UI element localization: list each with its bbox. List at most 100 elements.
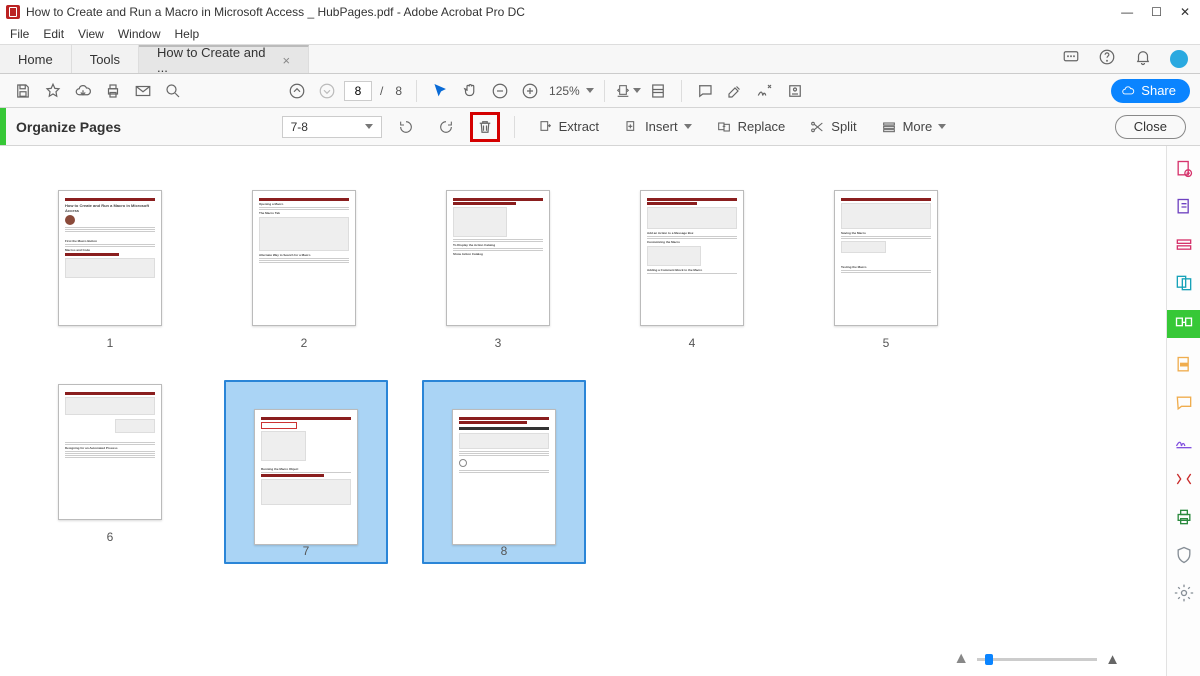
protect-icon[interactable] bbox=[1173, 544, 1195, 566]
chevron-down-icon bbox=[684, 124, 692, 129]
chevron-down-icon bbox=[938, 124, 946, 129]
xml-icon[interactable] bbox=[1173, 468, 1195, 490]
menu-window[interactable]: Window bbox=[118, 27, 161, 41]
redact-icon[interactable] bbox=[1173, 354, 1195, 376]
tab-document-label: How to Create and ... bbox=[157, 45, 272, 75]
page-total: 8 bbox=[395, 84, 402, 98]
zoom-large-icon: ▲ bbox=[1105, 651, 1120, 668]
tab-document[interactable]: How to Create and ... × bbox=[139, 45, 309, 73]
comment-icon[interactable] bbox=[692, 78, 718, 104]
fill-sign-icon[interactable] bbox=[1173, 430, 1195, 452]
cloud-icon[interactable] bbox=[70, 78, 96, 104]
mail-icon[interactable] bbox=[130, 78, 156, 104]
bell-icon[interactable] bbox=[1134, 48, 1152, 71]
separator bbox=[681, 80, 682, 102]
search-icon[interactable] bbox=[160, 78, 186, 104]
avatar[interactable] bbox=[1170, 50, 1188, 68]
combine-icon[interactable] bbox=[1173, 272, 1195, 294]
page-thumbnail[interactable]: Running the Macro Object 7 bbox=[224, 380, 388, 558]
page-thumbnail[interactable]: Add an Action to a Message Box Customizi… bbox=[612, 186, 772, 350]
page-range-select[interactable]: 7-8 bbox=[282, 116, 382, 138]
organize-pages-icon[interactable] bbox=[1167, 310, 1200, 338]
window-minimize-icon[interactable]: — bbox=[1121, 5, 1133, 19]
trash-icon bbox=[476, 118, 494, 136]
zoom-value: 125% bbox=[549, 84, 580, 98]
page-thumbnail[interactable]: Opening a Macro The Macro Tab Alternate … bbox=[224, 186, 384, 350]
star-icon[interactable] bbox=[40, 78, 66, 104]
create-pdf-icon[interactable] bbox=[1173, 158, 1195, 180]
chevron-down-icon bbox=[365, 124, 373, 129]
insert-button[interactable]: Insert bbox=[615, 113, 700, 141]
extract-button[interactable]: Extract bbox=[529, 113, 607, 141]
replace-button[interactable]: Replace bbox=[708, 113, 794, 141]
thumbnail-zoom-slider[interactable]: ▲ ▲ bbox=[953, 650, 1120, 668]
menu-view[interactable]: View bbox=[78, 27, 104, 41]
fit-width-icon[interactable] bbox=[615, 78, 641, 104]
page-down-icon[interactable] bbox=[314, 78, 340, 104]
close-button[interactable]: Close bbox=[1115, 115, 1186, 139]
messages-icon[interactable] bbox=[1062, 48, 1080, 71]
more-icon bbox=[881, 119, 897, 135]
more-label: More bbox=[903, 119, 933, 134]
stamp-icon[interactable] bbox=[782, 78, 808, 104]
export-pdf-icon[interactable] bbox=[1173, 234, 1195, 256]
zoom-small-icon: ▲ bbox=[953, 650, 969, 668]
page-thumbnail[interactable]: To Display the Action Catalog Show Actio… bbox=[418, 186, 578, 350]
page-thumbnail[interactable]: How to Create and Run a Macro in Microso… bbox=[30, 186, 190, 350]
extract-icon bbox=[537, 119, 553, 135]
more-button[interactable]: More bbox=[873, 113, 955, 141]
replace-icon bbox=[716, 119, 732, 135]
tab-close-icon[interactable]: × bbox=[282, 53, 290, 68]
zoom-track[interactable] bbox=[977, 658, 1097, 661]
zoom-dropdown-icon[interactable] bbox=[586, 88, 594, 93]
hand-icon[interactable] bbox=[457, 78, 483, 104]
help-icon[interactable] bbox=[1098, 48, 1116, 71]
organize-title: Organize Pages bbox=[6, 119, 131, 135]
sign-icon[interactable] bbox=[752, 78, 778, 104]
insert-icon bbox=[623, 119, 639, 135]
app-icon bbox=[6, 5, 20, 19]
edit-pdf-icon[interactable] bbox=[1173, 196, 1195, 218]
page-label: 6 bbox=[107, 530, 114, 544]
rotate-cw-button[interactable] bbox=[430, 113, 462, 141]
page-number-input[interactable] bbox=[344, 81, 372, 101]
page-thumbnail[interactable]: Saving the Macro Testing the Macro 5 bbox=[806, 186, 966, 350]
zoom-out-icon[interactable] bbox=[487, 78, 513, 104]
share-button[interactable]: Share bbox=[1111, 79, 1190, 103]
separator bbox=[514, 116, 515, 138]
page-thumbnail[interactable]: Designing for an Automated Process 6 bbox=[30, 380, 190, 558]
highlight-icon[interactable] bbox=[722, 78, 748, 104]
split-button[interactable]: Split bbox=[801, 113, 864, 141]
zoom-in-icon[interactable] bbox=[517, 78, 543, 104]
organize-toolbar: Organize Pages 7-8 Extract Insert Replac… bbox=[0, 108, 1200, 146]
window-title: How to Create and Run a Macro in Microso… bbox=[26, 5, 525, 19]
zoom-thumb[interactable] bbox=[985, 654, 993, 665]
page-label: 5 bbox=[883, 336, 890, 350]
page-display-icon[interactable] bbox=[645, 78, 671, 104]
window-titlebar: How to Create and Run a Macro in Microso… bbox=[0, 0, 1200, 24]
replace-label: Replace bbox=[738, 119, 786, 134]
menu-file[interactable]: File bbox=[10, 27, 29, 41]
page-thumbnail[interactable]: 8 bbox=[422, 380, 586, 558]
save-icon[interactable] bbox=[10, 78, 36, 104]
menu-help[interactable]: Help bbox=[175, 27, 200, 41]
settings-icon[interactable] bbox=[1173, 582, 1195, 604]
main-toolbar: / 8 125% Share bbox=[0, 74, 1200, 108]
comment-tool-icon[interactable] bbox=[1173, 392, 1195, 414]
tab-home[interactable]: Home bbox=[0, 45, 72, 73]
workspace: How to Create and Run a Macro in Microso… bbox=[0, 146, 1166, 676]
page-up-icon[interactable] bbox=[284, 78, 310, 104]
tab-tools[interactable]: Tools bbox=[72, 45, 139, 73]
delete-button[interactable] bbox=[470, 112, 500, 142]
window-close-icon[interactable]: ✕ bbox=[1180, 5, 1190, 19]
page-label: 8 bbox=[501, 544, 508, 558]
page-sep: / bbox=[380, 84, 383, 98]
menu-edit[interactable]: Edit bbox=[43, 27, 64, 41]
right-tool-rail bbox=[1166, 146, 1200, 676]
rotate-ccw-button[interactable] bbox=[390, 113, 422, 141]
print-tool-icon[interactable] bbox=[1173, 506, 1195, 528]
pointer-icon[interactable] bbox=[427, 78, 453, 104]
window-maximize-icon[interactable]: ☐ bbox=[1151, 5, 1162, 19]
print-icon[interactable] bbox=[100, 78, 126, 104]
page-label: 1 bbox=[107, 336, 114, 350]
